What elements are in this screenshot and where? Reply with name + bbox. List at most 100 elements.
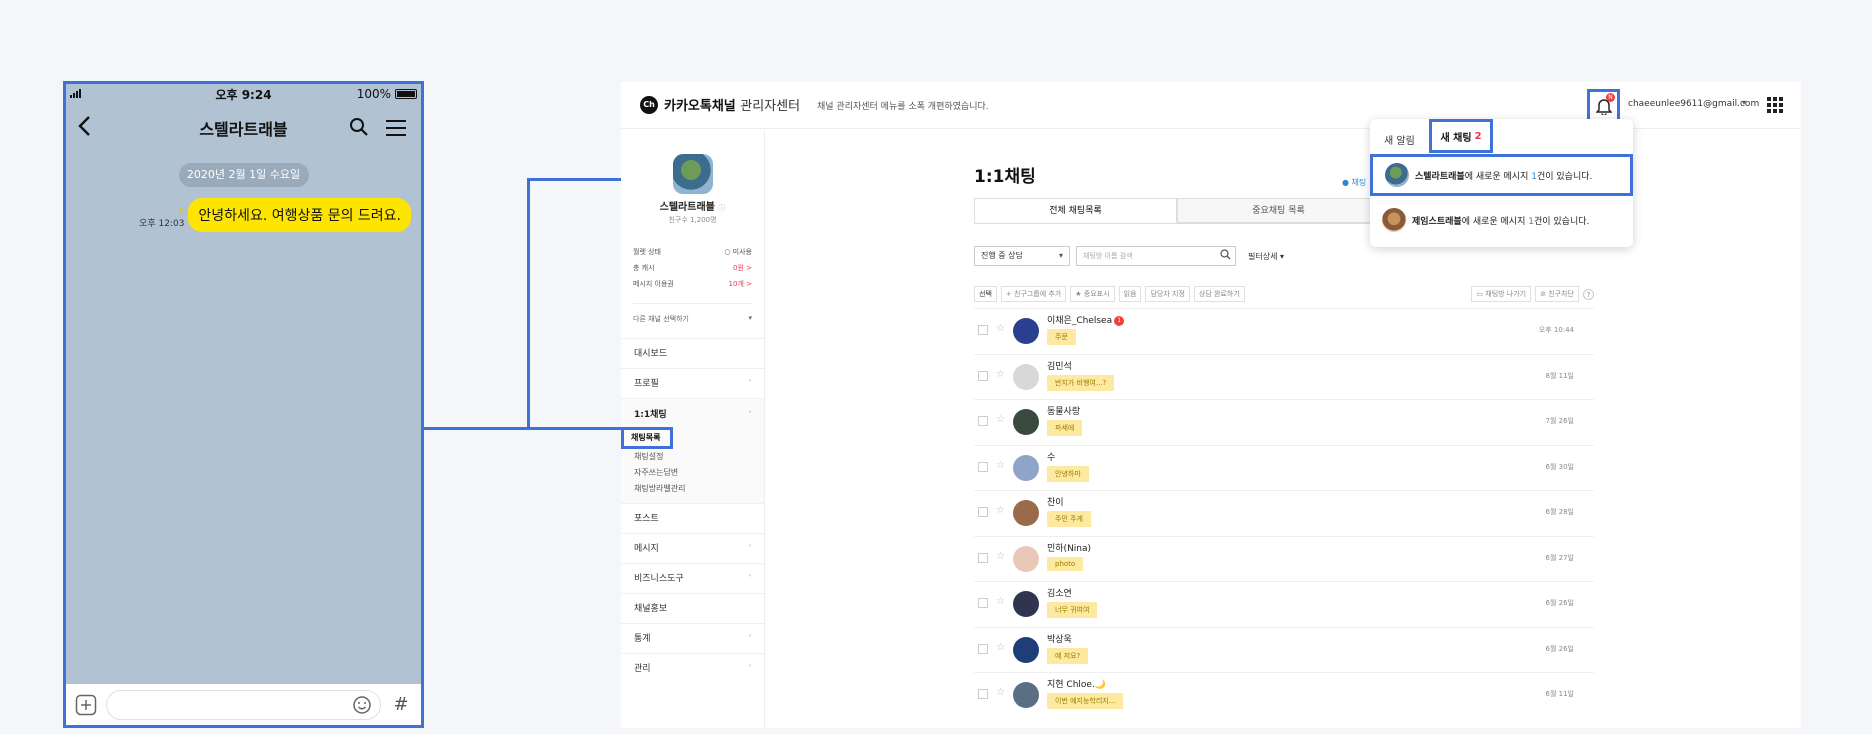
sidebar-menu: 대시보드 프로필 ˅ 1:1채팅 ˄ 채팅목록 채팅설정 자주쓰는답변 채팅방라벨관… — [621, 338, 764, 683]
channel-name: 스텔라트래블 — [659, 202, 715, 213]
stat-label: 월렛 상태 — [633, 248, 661, 256]
sidebar-item-stats[interactable]: 통계 ˅ — [621, 623, 764, 653]
chat-name: 박상욱 — [1047, 634, 1072, 645]
plus-icon[interactable] — [74, 693, 98, 717]
tab-all-chats[interactable]: 전체 채팅목록 — [974, 198, 1177, 223]
row-checkbox[interactable] — [978, 507, 988, 517]
assign-button[interactable]: 담당자 지정 — [1145, 286, 1190, 302]
sidebar-item-chat[interactable]: 1:1채팅 ˄ — [634, 405, 764, 425]
star-icon[interactable]: ☆ — [996, 596, 1005, 607]
hash-button[interactable]: # — [389, 694, 413, 715]
sidebar-sub-chat-list[interactable]: 채팅목록 — [621, 427, 674, 449]
row-checkbox[interactable] — [978, 689, 988, 699]
chat-header: 스텔라트래블 — [66, 105, 421, 151]
help-icon[interactable]: ? — [1583, 288, 1594, 300]
connector-line — [424, 427, 528, 430]
select-button[interactable]: 선택 — [974, 286, 997, 302]
mark-read-button[interactable]: 읽음 — [1118, 286, 1142, 302]
star-icon[interactable]: ☆ — [996, 505, 1005, 516]
chat-row[interactable]: ☆ 김민석 반지가 비행여...? 8월 11일 — [974, 353, 1594, 400]
avatar — [1013, 318, 1039, 344]
row-checkbox[interactable] — [978, 370, 988, 381]
emoji-icon[interactable] — [352, 695, 372, 719]
chat-date: 오후 10:44 — [1538, 326, 1574, 334]
chat-row[interactable]: ☆ 이채은_Chelsea 1 주문 오후 10:44 — [974, 308, 1594, 354]
star-icon[interactable]: ☆ — [996, 323, 1005, 334]
account-dropdown-icon[interactable]: ▾ — [1742, 98, 1746, 107]
star-icon[interactable]: ☆ — [996, 551, 1005, 562]
message-input[interactable] — [106, 689, 381, 720]
account-email[interactable]: chaeeunlee9611@gmail.com — [1628, 99, 1759, 109]
star-icon[interactable]: ☆ — [996, 642, 1005, 653]
channel-avatar — [1382, 208, 1406, 232]
block-friend-button[interactable]: ⊘ 친구차단 — [1535, 286, 1579, 302]
chat-date: 6월 28일 — [1545, 508, 1574, 516]
tab-important-chats[interactable]: 중요채팅 목록 — [1177, 198, 1380, 223]
chat-name: 지현 Chloe.🌙 — [1047, 680, 1107, 690]
row-checkbox[interactable] — [978, 552, 988, 563]
notification-bell-button[interactable]: N — [1587, 89, 1620, 123]
star-icon[interactable]: ☆ — [996, 369, 1005, 380]
channel-avatar — [1385, 163, 1409, 187]
chevron-up-icon: ˄ — [748, 410, 752, 419]
chat-input-bar: # — [66, 684, 421, 725]
leave-chat-button[interactable]: ▭ 채팅방 나가기 — [1471, 286, 1532, 302]
avatar — [1013, 363, 1039, 390]
sidebar-item-profile[interactable]: 프로필 ˅ — [621, 368, 764, 398]
chat-row[interactable]: ☆ 김소연 너무 귀여여 6월 26일 — [974, 581, 1594, 627]
stat-value[interactable]: 0원 > — [733, 263, 752, 279]
new-chat-count: 2 — [1474, 130, 1482, 142]
sidebar-item-promotion[interactable]: 채널홍보 — [621, 593, 764, 623]
other-channel-select[interactable]: 다른 채널 선택하기 ▾ — [633, 303, 752, 324]
sidebar-sub-label-manage[interactable]: 채팅방라벨관리 — [634, 481, 764, 497]
back-icon[interactable] — [78, 115, 92, 141]
star-icon[interactable]: ☆ — [996, 460, 1005, 471]
chat-row[interactable]: ☆ 지현 Chloe.🌙 이번 예지능학리지... 6월 11일 — [974, 672, 1594, 718]
tab-new-chats[interactable]: 새 채팅 2 — [1429, 119, 1493, 153]
notification-channel: 제임스트래블 — [1412, 216, 1462, 227]
chat-row[interactable]: ☆ 수 안녕하마 6월 30일 — [974, 444, 1594, 491]
sidebar-item-message[interactable]: 메시지 ˅ — [621, 533, 764, 563]
label-tag: 파세에 — [1047, 420, 1083, 436]
star-icon[interactable]: ☆ — [996, 414, 1005, 425]
sidebar-item-post[interactable]: 포스트 — [621, 503, 764, 533]
filter-detail-button[interactable]: 필터상세 ▾ — [1248, 251, 1284, 262]
sidebar-sub-quick-replies[interactable]: 자주쓰는답변 — [634, 465, 764, 481]
row-checkbox[interactable] — [978, 416, 988, 426]
chat-row[interactable]: ☆ 박상욱 예 저요? 6월 26일 — [974, 626, 1594, 673]
row-checkbox[interactable] — [978, 598, 988, 608]
chat-row[interactable]: ☆ 동물사랑 파세에 7월 26일 — [974, 399, 1594, 445]
status-dropdown[interactable]: 진행 중 상담 — [974, 246, 1070, 266]
tab-new-alerts[interactable]: 새 알림 — [1384, 132, 1415, 147]
notification-item[interactable]: 스텔라트래블에 새로운 메시지 1건이 있습니다. — [1370, 154, 1633, 196]
chat-name: 민하(Nina) — [1047, 543, 1092, 554]
sidebar-item-dashboard[interactable]: 대시보드 — [621, 338, 764, 368]
row-checkbox[interactable] — [978, 325, 988, 335]
menu-icon[interactable] — [385, 119, 407, 141]
chat-row[interactable]: ☆ 찬이 주민 주게 6월 28일 — [974, 490, 1594, 536]
sidebar-item-manage[interactable]: 관리 ˅ — [621, 653, 764, 683]
search-icon[interactable] — [1220, 249, 1231, 267]
add-to-group-button[interactable]: + 친구그룹에 추가 — [1000, 286, 1067, 302]
message-row: 1 오후 12:03 안녕하세요. 여행상품 문의 드려요. — [66, 198, 421, 232]
chat-row[interactable]: ☆ 민하(Nina) photo 6월 27일 — [974, 535, 1594, 582]
row-checkbox[interactable] — [978, 643, 988, 654]
sidebar-item-business-tools[interactable]: 비즈니스도구 ˅ — [621, 563, 764, 593]
chat-search-input[interactable]: 채팅방 이름 검색 — [1076, 246, 1236, 266]
star-icon[interactable]: ☆ — [996, 687, 1005, 698]
sidebar-sub-chat-settings[interactable]: 채팅설정 — [634, 449, 764, 465]
chat-date: 7월 26일 — [1545, 417, 1574, 425]
complete-button[interactable]: 상담 완료하기 — [1193, 286, 1245, 302]
stat-value[interactable]: 10개 > — [729, 279, 752, 295]
mark-important-button[interactable]: ★ 중요표시 — [1070, 286, 1115, 302]
info-icon[interactable]: ⓘ — [718, 204, 725, 212]
label-tag: 예 저요? — [1047, 647, 1089, 664]
logo[interactable]: Ch 카카오톡채널 관리자센터 — [640, 95, 800, 114]
date-chip: 2020년 2월 1일 수요일 — [178, 163, 309, 187]
row-checkbox[interactable] — [978, 461, 988, 472]
message-time: 오후 12:03 — [139, 219, 185, 229]
search-icon[interactable] — [349, 117, 369, 141]
notification-item[interactable]: 제임스트래블에 새로운 메시지 1건이 있습니다. — [1370, 199, 1633, 241]
stat-value[interactable]: ○ 미사용 — [724, 247, 752, 263]
apps-grid-icon[interactable] — [1767, 97, 1783, 113]
